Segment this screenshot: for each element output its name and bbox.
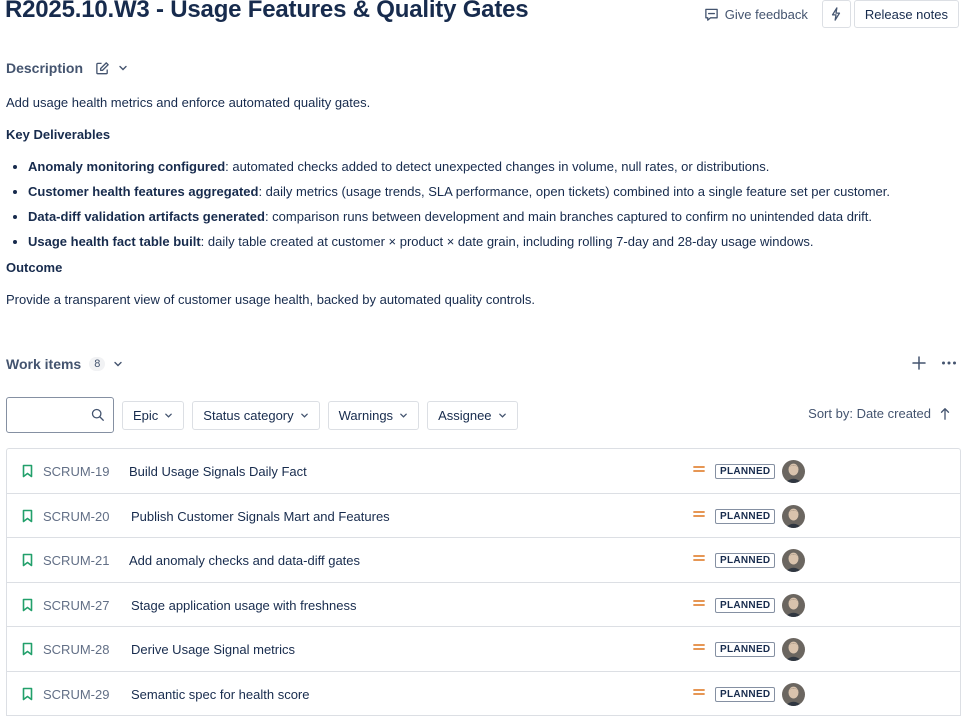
- header-actions: Give feedback Release notes: [704, 0, 959, 28]
- work-item-key[interactable]: SCRUM-20: [43, 509, 109, 524]
- work-item-key[interactable]: SCRUM-19: [43, 464, 109, 479]
- sort-label: Sort by: Date created: [808, 406, 931, 421]
- deliverable-item: Anomaly monitoring configured: automated…: [28, 158, 956, 176]
- chevron-down-icon: [300, 413, 308, 418]
- feedback-icon: [704, 8, 718, 21]
- work-item-summary[interactable]: Build Usage Signals Daily Fact: [129, 464, 307, 479]
- priority-medium-icon: [693, 599, 705, 606]
- work-item-summary[interactable]: Publish Customer Signals Mart and Featur…: [131, 509, 390, 524]
- work-item-row[interactable]: SCRUM-29 Semantic spec for health score PL…: [7, 672, 960, 716]
- description-label: Description: [6, 60, 84, 76]
- assignee-avatar[interactable]: [782, 460, 805, 483]
- bookmark-icon: [22, 509, 33, 522]
- bookmark-icon: [22, 687, 33, 700]
- deliverable-text: : comparison runs between development an…: [264, 209, 872, 224]
- chevron-down-icon: [165, 413, 173, 418]
- deliverable-title: Data-diff validation artifacts generated: [28, 209, 265, 224]
- assignee-avatar[interactable]: [782, 593, 805, 617]
- deliverable-title: Usage health fact table built: [28, 234, 201, 249]
- bookmark-icon: [22, 553, 33, 567]
- work-item-key[interactable]: SCRUM-27: [43, 598, 109, 613]
- work-item-summary[interactable]: Add anomaly checks and data-diff gates: [129, 553, 360, 568]
- work-item-key[interactable]: SCRUM-28: [43, 642, 109, 657]
- chevron-down-icon: [498, 413, 506, 418]
- work-items-count: 8: [89, 357, 106, 371]
- deliverables-list: Anomaly monitoring configured: automated…: [6, 158, 956, 251]
- priority-medium-icon: [693, 555, 705, 561]
- chevron-down-icon[interactable]: [118, 63, 128, 73]
- deliverable-text: : daily metrics (usage trends, SLA perfo…: [258, 184, 890, 199]
- give-feedback-button[interactable]: Give feedback: [704, 7, 808, 22]
- deliverable-title: Customer health features aggregated: [28, 184, 259, 199]
- arrow-up-icon: [940, 407, 950, 420]
- filter-label: Status category: [203, 407, 294, 423]
- status-category-filter[interactable]: Status category: [192, 400, 320, 430]
- deliverable-text: : daily table created at customer × prod…: [200, 234, 814, 249]
- work-item-key[interactable]: SCRUM-21: [43, 553, 109, 568]
- bookmark-icon: [22, 464, 33, 478]
- work-items-actions: [911, 355, 957, 371]
- priority-medium-icon: [693, 688, 705, 695]
- page-title: R2025.10.W3 - Usage Features & Quality G…: [5, 0, 529, 23]
- chevron-down-icon: [400, 413, 407, 418]
- status-lozenge[interactable]: PLANNED: [715, 686, 776, 702]
- filter-label: Epic: [133, 407, 159, 423]
- description-intro: Add usage health metrics and enforce aut…: [6, 95, 371, 110]
- deliverables-heading: Key Deliverables: [6, 127, 111, 142]
- work-item-row[interactable]: SCRUM-19 Build Usage Signals Daily Fact PL…: [7, 449, 960, 494]
- work-item-summary[interactable]: Stage application usage with freshness: [131, 598, 356, 613]
- status-lozenge[interactable]: PLANNED: [715, 642, 776, 657]
- chevron-down-icon[interactable]: [113, 359, 123, 369]
- epic-filter[interactable]: Epic: [122, 400, 185, 430]
- outcome-text: Provide a transparent view of customer u…: [6, 292, 535, 307]
- work-items-label: Work items: [6, 356, 82, 372]
- automation-button[interactable]: [821, 0, 851, 28]
- deliverable-item: Customer health features aggregated: dai…: [28, 183, 956, 201]
- assignee-filter[interactable]: Assignee: [427, 400, 518, 430]
- filter-bar: Epic Status category Warnings Assignee: [6, 397, 518, 433]
- bookmark-icon: [22, 642, 33, 656]
- work-items-header: Work items 8: [6, 356, 123, 372]
- description-body: Add usage health metrics and enforce aut…: [6, 94, 956, 309]
- status-lozenge[interactable]: PLANNED: [715, 597, 776, 613]
- assignee-avatar[interactable]: [782, 549, 805, 572]
- work-item-row[interactable]: SCRUM-28 Derive Usage Signal metrics PLANN…: [7, 627, 960, 672]
- bookmark-icon: [22, 598, 33, 611]
- sort-control[interactable]: Sort by: Date created: [808, 406, 951, 421]
- status-lozenge[interactable]: PLANNED: [715, 553, 776, 568]
- plus-icon[interactable]: [911, 355, 927, 371]
- deliverable-item: Usage health fact table built: daily tab…: [28, 233, 956, 251]
- work-item-summary[interactable]: Derive Usage Signal metrics: [131, 642, 295, 657]
- status-lozenge[interactable]: PLANNED: [715, 508, 776, 524]
- lightning-icon: [832, 7, 841, 21]
- warnings-filter[interactable]: Warnings: [327, 400, 420, 430]
- work-item-row[interactable]: SCRUM-20 Publish Customer Signals Mart an…: [7, 494, 960, 538]
- priority-medium-icon: [693, 644, 705, 650]
- description-header: Description: [6, 60, 128, 76]
- work-item-row[interactable]: SCRUM-27 Stage application usage with fre…: [7, 583, 960, 627]
- deliverable-item: Data-diff validation artifacts generated…: [28, 208, 956, 226]
- status-lozenge[interactable]: PLANNED: [715, 464, 776, 479]
- give-feedback-label: Give feedback: [724, 6, 808, 22]
- more-icon[interactable]: [941, 355, 957, 371]
- deliverable-title: Anomaly monitoring configured: [28, 159, 226, 174]
- search-icon[interactable]: [91, 408, 105, 422]
- release-notes-button[interactable]: Release notes: [853, 0, 959, 28]
- work-item-summary[interactable]: Semantic spec for health score: [131, 687, 309, 702]
- work-items-list: SCRUM-19 Build Usage Signals Daily Fact PL…: [6, 448, 961, 716]
- assignee-avatar[interactable]: [782, 682, 805, 706]
- work-item-row[interactable]: SCRUM-21 Add anomaly checks and data-diff…: [7, 538, 960, 583]
- filter-label: Warnings: [338, 407, 394, 423]
- assignee-avatar[interactable]: [782, 638, 805, 661]
- priority-medium-icon: [693, 466, 705, 472]
- deliverable-text: : automated checks added to detect unexp…: [225, 159, 770, 174]
- filter-label: Assignee: [438, 407, 492, 423]
- assignee-avatar[interactable]: [782, 504, 805, 528]
- search-box: [6, 397, 114, 433]
- outcome-heading: Outcome: [6, 260, 63, 275]
- edit-icon[interactable]: [95, 61, 110, 76]
- search-input[interactable]: [13, 400, 93, 430]
- priority-medium-icon: [693, 510, 705, 517]
- work-item-key[interactable]: SCRUM-29: [43, 687, 109, 702]
